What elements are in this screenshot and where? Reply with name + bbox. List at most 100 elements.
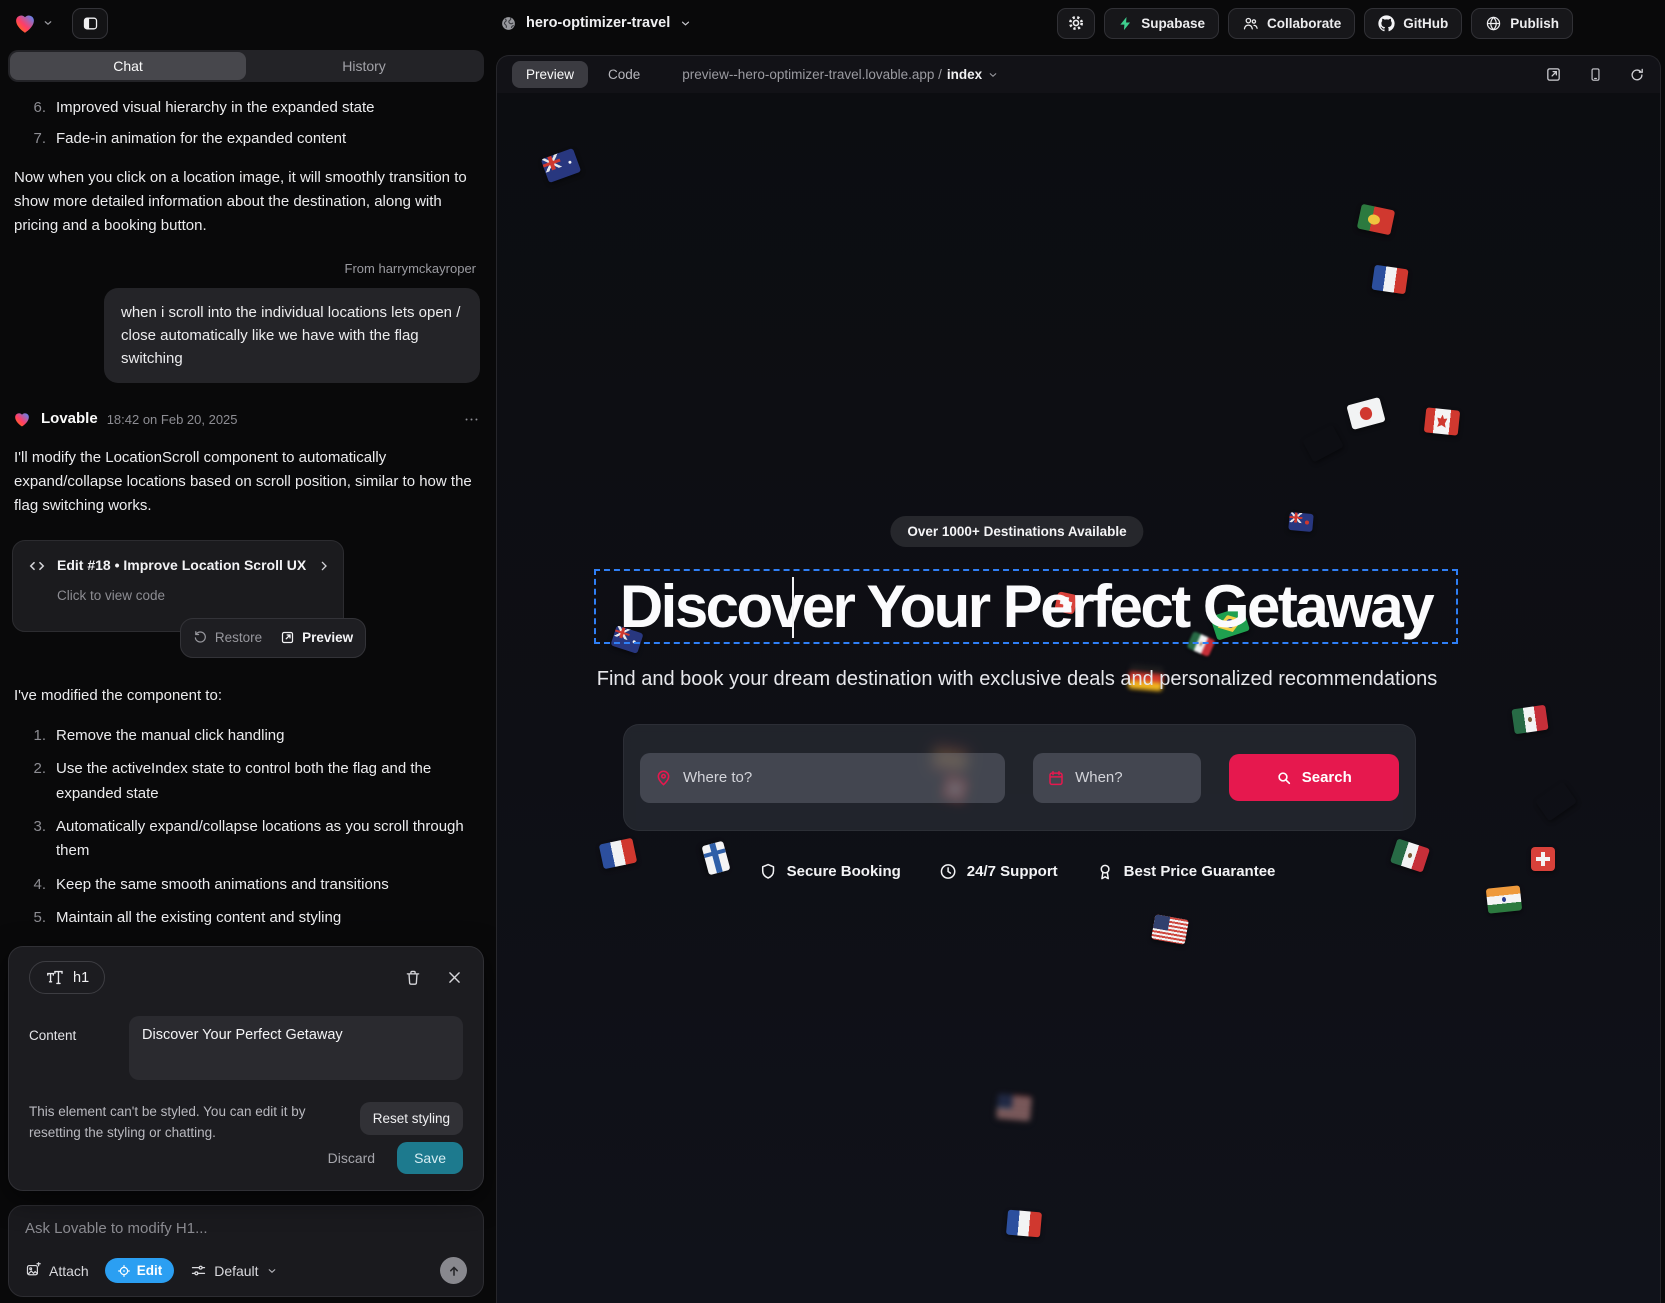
globe-icon — [500, 15, 517, 32]
default-label: Default — [214, 1263, 258, 1279]
supabase-label: Supabase — [1141, 16, 1205, 31]
list-number: 6. — [28, 96, 46, 120]
toggle-sidebar-button[interactable] — [72, 8, 108, 39]
destinations-badge: Over 1000+ Destinations Available — [890, 516, 1143, 547]
target-icon — [117, 1264, 131, 1278]
where-to-field[interactable] — [640, 753, 1005, 803]
message-timestamp: 18:42 on Feb 20, 2025 — [107, 409, 238, 430]
attach-button[interactable]: Attach — [25, 1262, 89, 1279]
feature-label: 24/7 Support — [967, 863, 1058, 880]
github-button[interactable]: GitHub — [1364, 8, 1462, 39]
list-text: Remove the manual click handling — [56, 724, 284, 748]
send-button[interactable] — [440, 1257, 467, 1284]
list-text: Keep the same smooth animations and tran… — [56, 873, 389, 897]
supabase-button[interactable]: Supabase — [1104, 8, 1219, 39]
list-text: Maintain all the existing content and st… — [56, 906, 341, 930]
flag-portugal-icon — [1357, 204, 1395, 236]
search-bar: Search — [623, 724, 1416, 831]
list-item: 7. Fade-in animation for the expanded co… — [12, 127, 480, 151]
sidebar-tabs: Chat History — [8, 50, 484, 82]
refresh-icon[interactable] — [1629, 67, 1645, 83]
flag-france-icon — [599, 838, 637, 870]
project-name: hero-optimizer-travel — [526, 15, 670, 31]
search-button[interactable]: Search — [1229, 754, 1399, 801]
edit-card-subtitle: Click to view code — [57, 585, 329, 607]
assistant-paragraph: I've modified the component to: — [14, 684, 478, 708]
publish-label: Publish — [1510, 16, 1559, 31]
list-number: 4. — [28, 873, 46, 897]
when-field[interactable] — [1033, 753, 1200, 803]
list-text: Automatically expand/collapse locations … — [56, 815, 480, 864]
flag-finland-icon — [701, 841, 730, 876]
flag-mexico-icon — [1511, 705, 1548, 734]
list-text: Use the activeIndex state to control bot… — [56, 757, 480, 806]
discard-button[interactable]: Discard — [328, 1150, 375, 1166]
trash-icon[interactable] — [404, 969, 422, 987]
flag-usa-icon — [996, 1094, 1032, 1122]
tab-chat[interactable]: Chat — [10, 52, 246, 80]
code-icon — [27, 556, 47, 576]
tab-preview[interactable]: Preview — [512, 61, 588, 88]
award-icon — [1096, 862, 1115, 881]
element-tag-pill[interactable]: h1 — [29, 961, 105, 994]
preview-version-button[interactable]: Preview — [280, 627, 353, 649]
sliders-icon — [190, 1262, 207, 1279]
open-in-new-tab-icon[interactable] — [1545, 66, 1562, 83]
list-item: 4. Keep the same smooth animations and t… — [12, 873, 480, 897]
url-page: index — [947, 67, 982, 82]
edit-mode-button[interactable]: Edit — [105, 1258, 175, 1283]
assistant-name: Lovable — [41, 407, 98, 431]
assistant-message-header: Lovable 18:42 on Feb 20, 2025 — [12, 407, 480, 431]
content-textarea[interactable]: Discover Your Perfect Getaway — [129, 1016, 463, 1080]
github-label: GitHub — [1403, 16, 1448, 31]
chat-input[interactable] — [25, 1220, 467, 1237]
location-pin-icon — [654, 768, 673, 787]
project-menu[interactable]: hero-optimizer-travel — [500, 0, 692, 46]
when-input[interactable] — [1075, 769, 1186, 786]
people-icon — [1242, 15, 1259, 32]
attach-label: Attach — [49, 1263, 89, 1279]
edit-label: Edit — [137, 1263, 163, 1278]
settings-button[interactable] — [1057, 8, 1095, 39]
chevron-down-icon — [679, 17, 692, 30]
preview-url[interactable]: preview--hero-optimizer-travel.lovable.a… — [682, 67, 999, 82]
feature-secure-booking: Secure Booking — [759, 862, 901, 881]
list-text: Fade-in animation for the expanded conte… — [56, 127, 346, 151]
feature-label: Best Price Guarantee — [1124, 863, 1276, 880]
preview-header: Preview Code preview--hero-optimizer-tra… — [497, 56, 1660, 93]
list-item: 6. Improved visual hierarchy in the expa… — [12, 96, 480, 120]
list-item: 3. Automatically expand/collapse locatio… — [12, 815, 480, 864]
flag-india-icon — [1486, 885, 1522, 913]
website-viewport: Over 1000+ Destinations Available Discov… — [497, 93, 1660, 1303]
assistant-paragraph: I'll modify the LocationScroll component… — [14, 446, 478, 519]
save-button[interactable]: Save — [397, 1142, 463, 1174]
more-options-icon[interactable] — [463, 411, 480, 428]
model-selector[interactable]: Default — [190, 1262, 277, 1279]
list-number: 5. — [28, 906, 46, 930]
mobile-view-icon[interactable] — [1588, 66, 1603, 83]
chevron-down-icon[interactable] — [42, 17, 54, 29]
publish-button[interactable]: Publish — [1471, 8, 1573, 39]
type-icon — [45, 968, 64, 987]
close-icon[interactable] — [446, 969, 463, 986]
flag-usa-icon — [1151, 914, 1189, 945]
list-item: 2. Use the activeIndex state to control … — [12, 757, 480, 806]
element-editor-panel: h1 Content Discover Your Perfect Getaway… — [8, 946, 484, 1191]
flags-layer — [497, 93, 1660, 1303]
flag-france-icon — [1371, 265, 1408, 294]
tab-history[interactable]: History — [246, 52, 482, 80]
chat-messages: 6. Improved visual hierarchy in the expa… — [8, 82, 484, 938]
lovable-logo[interactable] — [12, 10, 54, 36]
where-to-input[interactable] — [683, 769, 991, 786]
chevron-right-icon — [316, 558, 332, 574]
heart-icon — [12, 10, 38, 36]
heart-icon — [12, 409, 32, 429]
topbar-actions: Supabase Collaborate GitHub Publish — [1057, 8, 1653, 39]
edit-card-title: Edit #18 • Improve Location Scroll UX — [57, 554, 306, 577]
flag-mexico-icon — [1390, 838, 1430, 872]
selected-h1-element[interactable]: Discover Your Perfect Getaway — [594, 569, 1458, 644]
restore-button[interactable]: Restore — [193, 627, 262, 649]
tab-code[interactable]: Code — [594, 61, 654, 88]
collaborate-button[interactable]: Collaborate — [1228, 8, 1355, 39]
reset-styling-button[interactable]: Reset styling — [360, 1102, 463, 1135]
